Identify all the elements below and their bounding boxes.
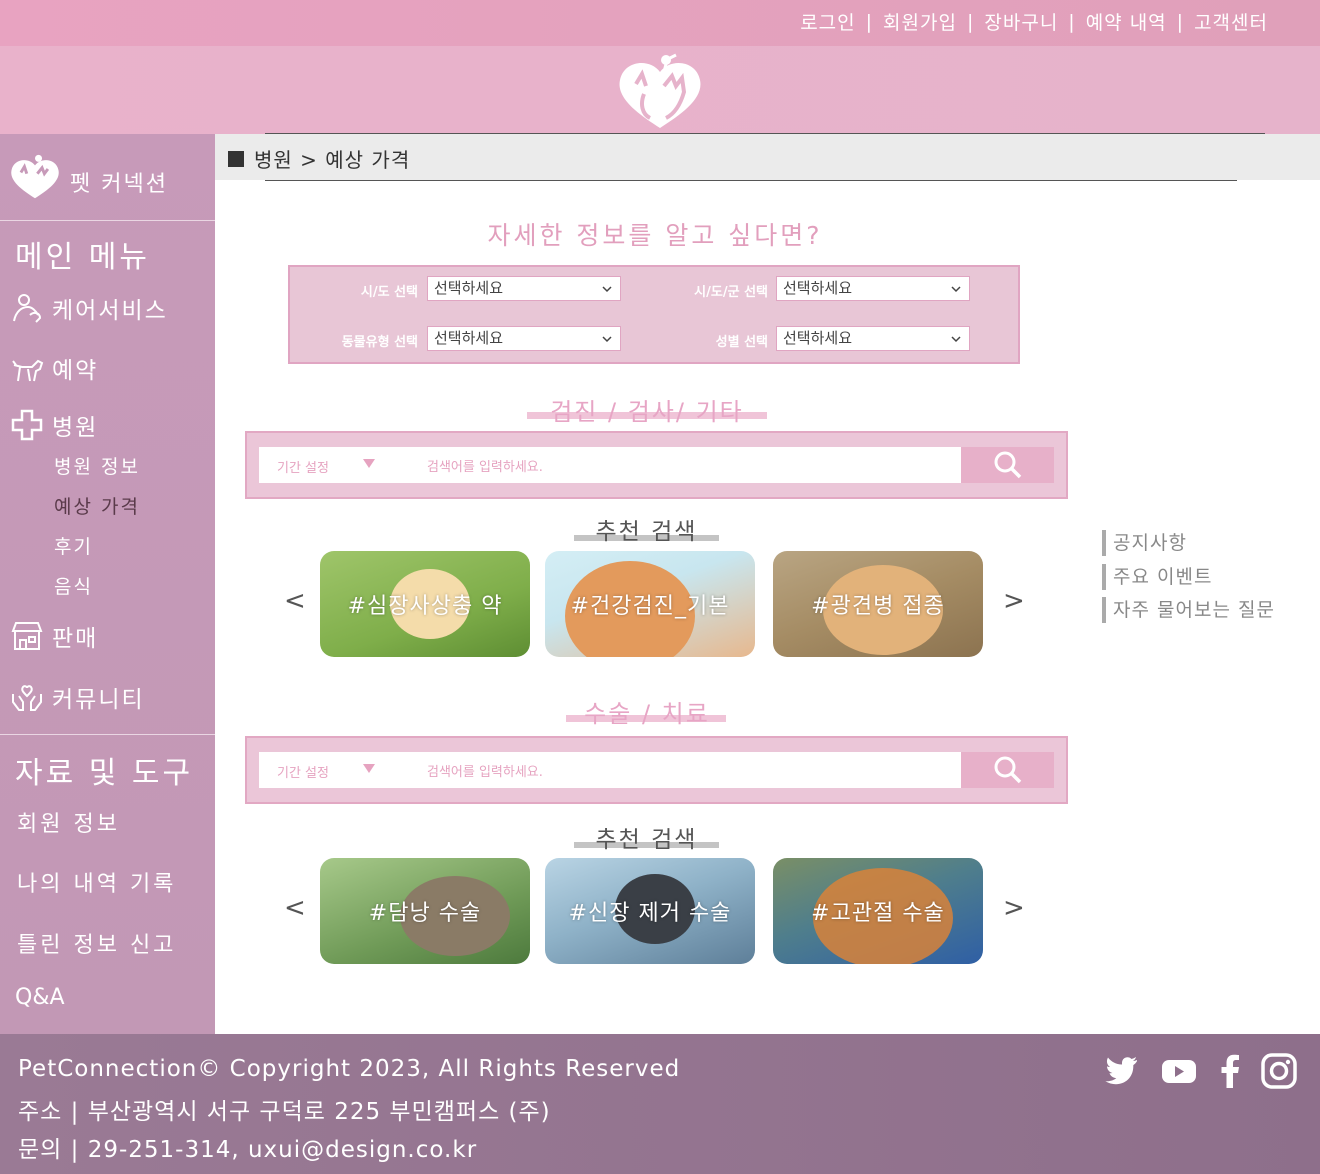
twitter-icon[interactable] [1102, 1052, 1140, 1090]
sidebar-item-label: 병원 [52, 415, 99, 441]
faq-link[interactable]: 자주 물어보는 질문 [1102, 597, 1275, 623]
facebook-icon[interactable] [1212, 1052, 1250, 1090]
square-bullet-icon [228, 150, 244, 167]
search-field-wrap: 기간 설정 검색어를 입력하세요. [259, 752, 961, 788]
notice-link[interactable]: 공지사항 [1102, 530, 1187, 556]
filter-label-animal-type: 동물유형 선택 [341, 335, 418, 350]
events-link[interactable]: 주요 이벤트 [1102, 564, 1212, 590]
search-icon [994, 451, 1021, 479]
search-bar-checkup: 기간 설정 검색어를 입력하세요. [245, 431, 1068, 499]
carousel-prev-button[interactable]: < [284, 893, 306, 923]
store-icon [11, 622, 43, 650]
login-link[interactable]: 로그인 [800, 8, 855, 35]
gender-select[interactable]: 선택하세요 [776, 326, 970, 351]
top-nav: 로그인 | 회원가입 | 장바구니 | 예약 내역 | 고객센터 [800, 8, 1268, 35]
recommended-search-title: 추천 검색 [595, 519, 698, 545]
sidebar-tool-history[interactable]: 나의 내역 기록 [17, 866, 176, 898]
cross-icon [11, 409, 43, 441]
sidebar-tool-member-info[interactable]: 회원 정보 [17, 806, 120, 838]
sidebar-sub-reviews[interactable]: 후기 [54, 532, 93, 559]
footer-contact: 문의 | 29-251-314, uxui@design.co.kr [18, 1137, 478, 1163]
sidebar-divider [0, 220, 215, 221]
sidebar-sub-hospital-info[interactable]: 병원 정보 [54, 452, 140, 479]
sidebar-item-label: 판매 [52, 626, 99, 652]
reservation-history-link[interactable]: 예약 내역 [1086, 8, 1167, 35]
main-menu-title: 메인 메뉴 [15, 240, 150, 275]
breadcrumb-text: 병원 > 예상 가격 [254, 148, 411, 172]
footer: PetConnection© Copyright 2023, All Right… [0, 1034, 1320, 1174]
sidebar-tool-report-error[interactable]: 틀린 정보 신고 [17, 927, 176, 959]
breadcrumb-top-line [265, 133, 1265, 134]
section-title-checkup: 검진 / 검사/ 기타 [550, 398, 744, 426]
sidebar-item-label: 커뮤니티 [52, 687, 145, 713]
search-bar-surgery: 기간 설정 검색어를 입력하세요. [245, 736, 1068, 804]
dog-icon [12, 359, 44, 382]
cart-link[interactable]: 장바구니 [984, 8, 1058, 35]
recommended-search-title: 추천 검색 [595, 827, 698, 853]
filter-label-city: 시/도/군 선택 [694, 285, 768, 300]
instagram-icon[interactable] [1260, 1052, 1298, 1090]
brand-logo-icon [11, 154, 59, 199]
period-dropdown[interactable]: 기간 설정 [277, 762, 329, 781]
search-field-wrap: 기간 설정 검색어를 입력하세요. [259, 447, 961, 483]
filter-panel: 시/도 선택 선택하세요 시/도/군 선택 선택하세요 동물유형 선택 선택하세… [288, 265, 1020, 364]
sidebar-tool-qna[interactable]: Q&A [15, 985, 65, 1010]
sidebar-item-label: 예약 [52, 358, 99, 384]
search-button[interactable] [961, 752, 1054, 788]
sidebar-item-label: 케어서비스 [52, 298, 168, 324]
chevron-down-icon [602, 336, 612, 343]
tools-title: 자료 및 도구 [15, 756, 194, 791]
sidebar-divider [0, 734, 215, 735]
triangle-down-icon[interactable] [363, 459, 375, 468]
carousel-prev-button[interactable]: < [284, 586, 306, 616]
section-title-surgery: 수술 / 치료 [584, 700, 710, 728]
sidebar: 펫 커넥션 메인 메뉴 케어서비스 예약 병원 병원 정보 예상 가격 후기 음… [0, 134, 215, 1034]
logo-band [0, 46, 1320, 134]
search-icon [994, 756, 1021, 784]
filter-label-province: 시/도 선택 [360, 285, 418, 300]
animal-type-select[interactable]: 선택하세요 [427, 326, 621, 351]
signup-link[interactable]: 회원가입 [883, 8, 957, 35]
chevron-down-icon [951, 336, 961, 343]
sidebar-item-reservation[interactable]: 예약 [10, 350, 98, 386]
search-input[interactable]: 검색어를 입력하세요. [427, 761, 543, 780]
sidebar-sub-expected-price[interactable]: 예상 가격 [54, 492, 140, 519]
city-select[interactable]: 선택하세요 [776, 276, 970, 301]
triangle-down-icon[interactable] [363, 764, 375, 773]
search-button[interactable] [961, 447, 1054, 483]
sidebar-item-sales[interactable]: 판매 [10, 618, 98, 654]
hands-icon [12, 685, 42, 711]
top-bar: 로그인 | 회원가입 | 장바구니 | 예약 내역 | 고객센터 [0, 0, 1320, 46]
sidebar-item-community[interactable]: 커뮤니티 [10, 679, 145, 715]
period-dropdown[interactable]: 기간 설정 [277, 457, 329, 476]
sidebar-sub-food[interactable]: 음식 [54, 572, 93, 599]
breadcrumb-bottom-line [265, 180, 1237, 181]
sidebar-item-hospital[interactable]: 병원 [10, 407, 98, 443]
chevron-down-icon [602, 286, 612, 293]
pet-connection-logo-icon[interactable] [614, 50, 706, 130]
page-title: 자세한 정보를 알고 싶다면? [487, 221, 823, 250]
sidebar-item-care-service[interactable]: 케어서비스 [10, 290, 168, 326]
chevron-down-icon [951, 286, 961, 293]
rec-card-kidney[interactable]: #신장 제거 수술 [545, 858, 755, 964]
youtube-icon[interactable] [1160, 1052, 1198, 1090]
footer-address: 주소 | 부산광역시 서구 구덕로 225 부민캠퍼스 (주) [18, 1099, 551, 1125]
carousel-next-button[interactable]: > [1003, 586, 1025, 616]
footer-copyright: PetConnection© Copyright 2023, All Right… [18, 1056, 681, 1082]
carousel-next-button[interactable]: > [1003, 893, 1025, 923]
care-icon [13, 294, 42, 323]
rec-card-checkup-basic[interactable]: #건강검진_기본 [545, 551, 755, 657]
filter-label-gender: 성별 선택 [715, 335, 768, 350]
customer-center-link[interactable]: 고객센터 [1194, 8, 1268, 35]
brand-name: 펫 커넥션 [70, 172, 168, 197]
rec-card-heartworm[interactable]: #심장사상충 약 [320, 551, 530, 657]
rec-card-rabies[interactable]: #광견병 접종 [773, 551, 983, 657]
breadcrumb: 병원 > 예상 가격 [228, 144, 410, 173]
sidebar-brand[interactable]: 펫 커넥션 [8, 152, 208, 207]
search-input[interactable]: 검색어를 입력하세요. [427, 456, 543, 475]
province-select[interactable]: 선택하세요 [427, 276, 621, 301]
rec-card-gallbladder[interactable]: #담낭 수술 [320, 858, 530, 964]
rec-card-hip[interactable]: #고관절 수술 [773, 858, 983, 964]
